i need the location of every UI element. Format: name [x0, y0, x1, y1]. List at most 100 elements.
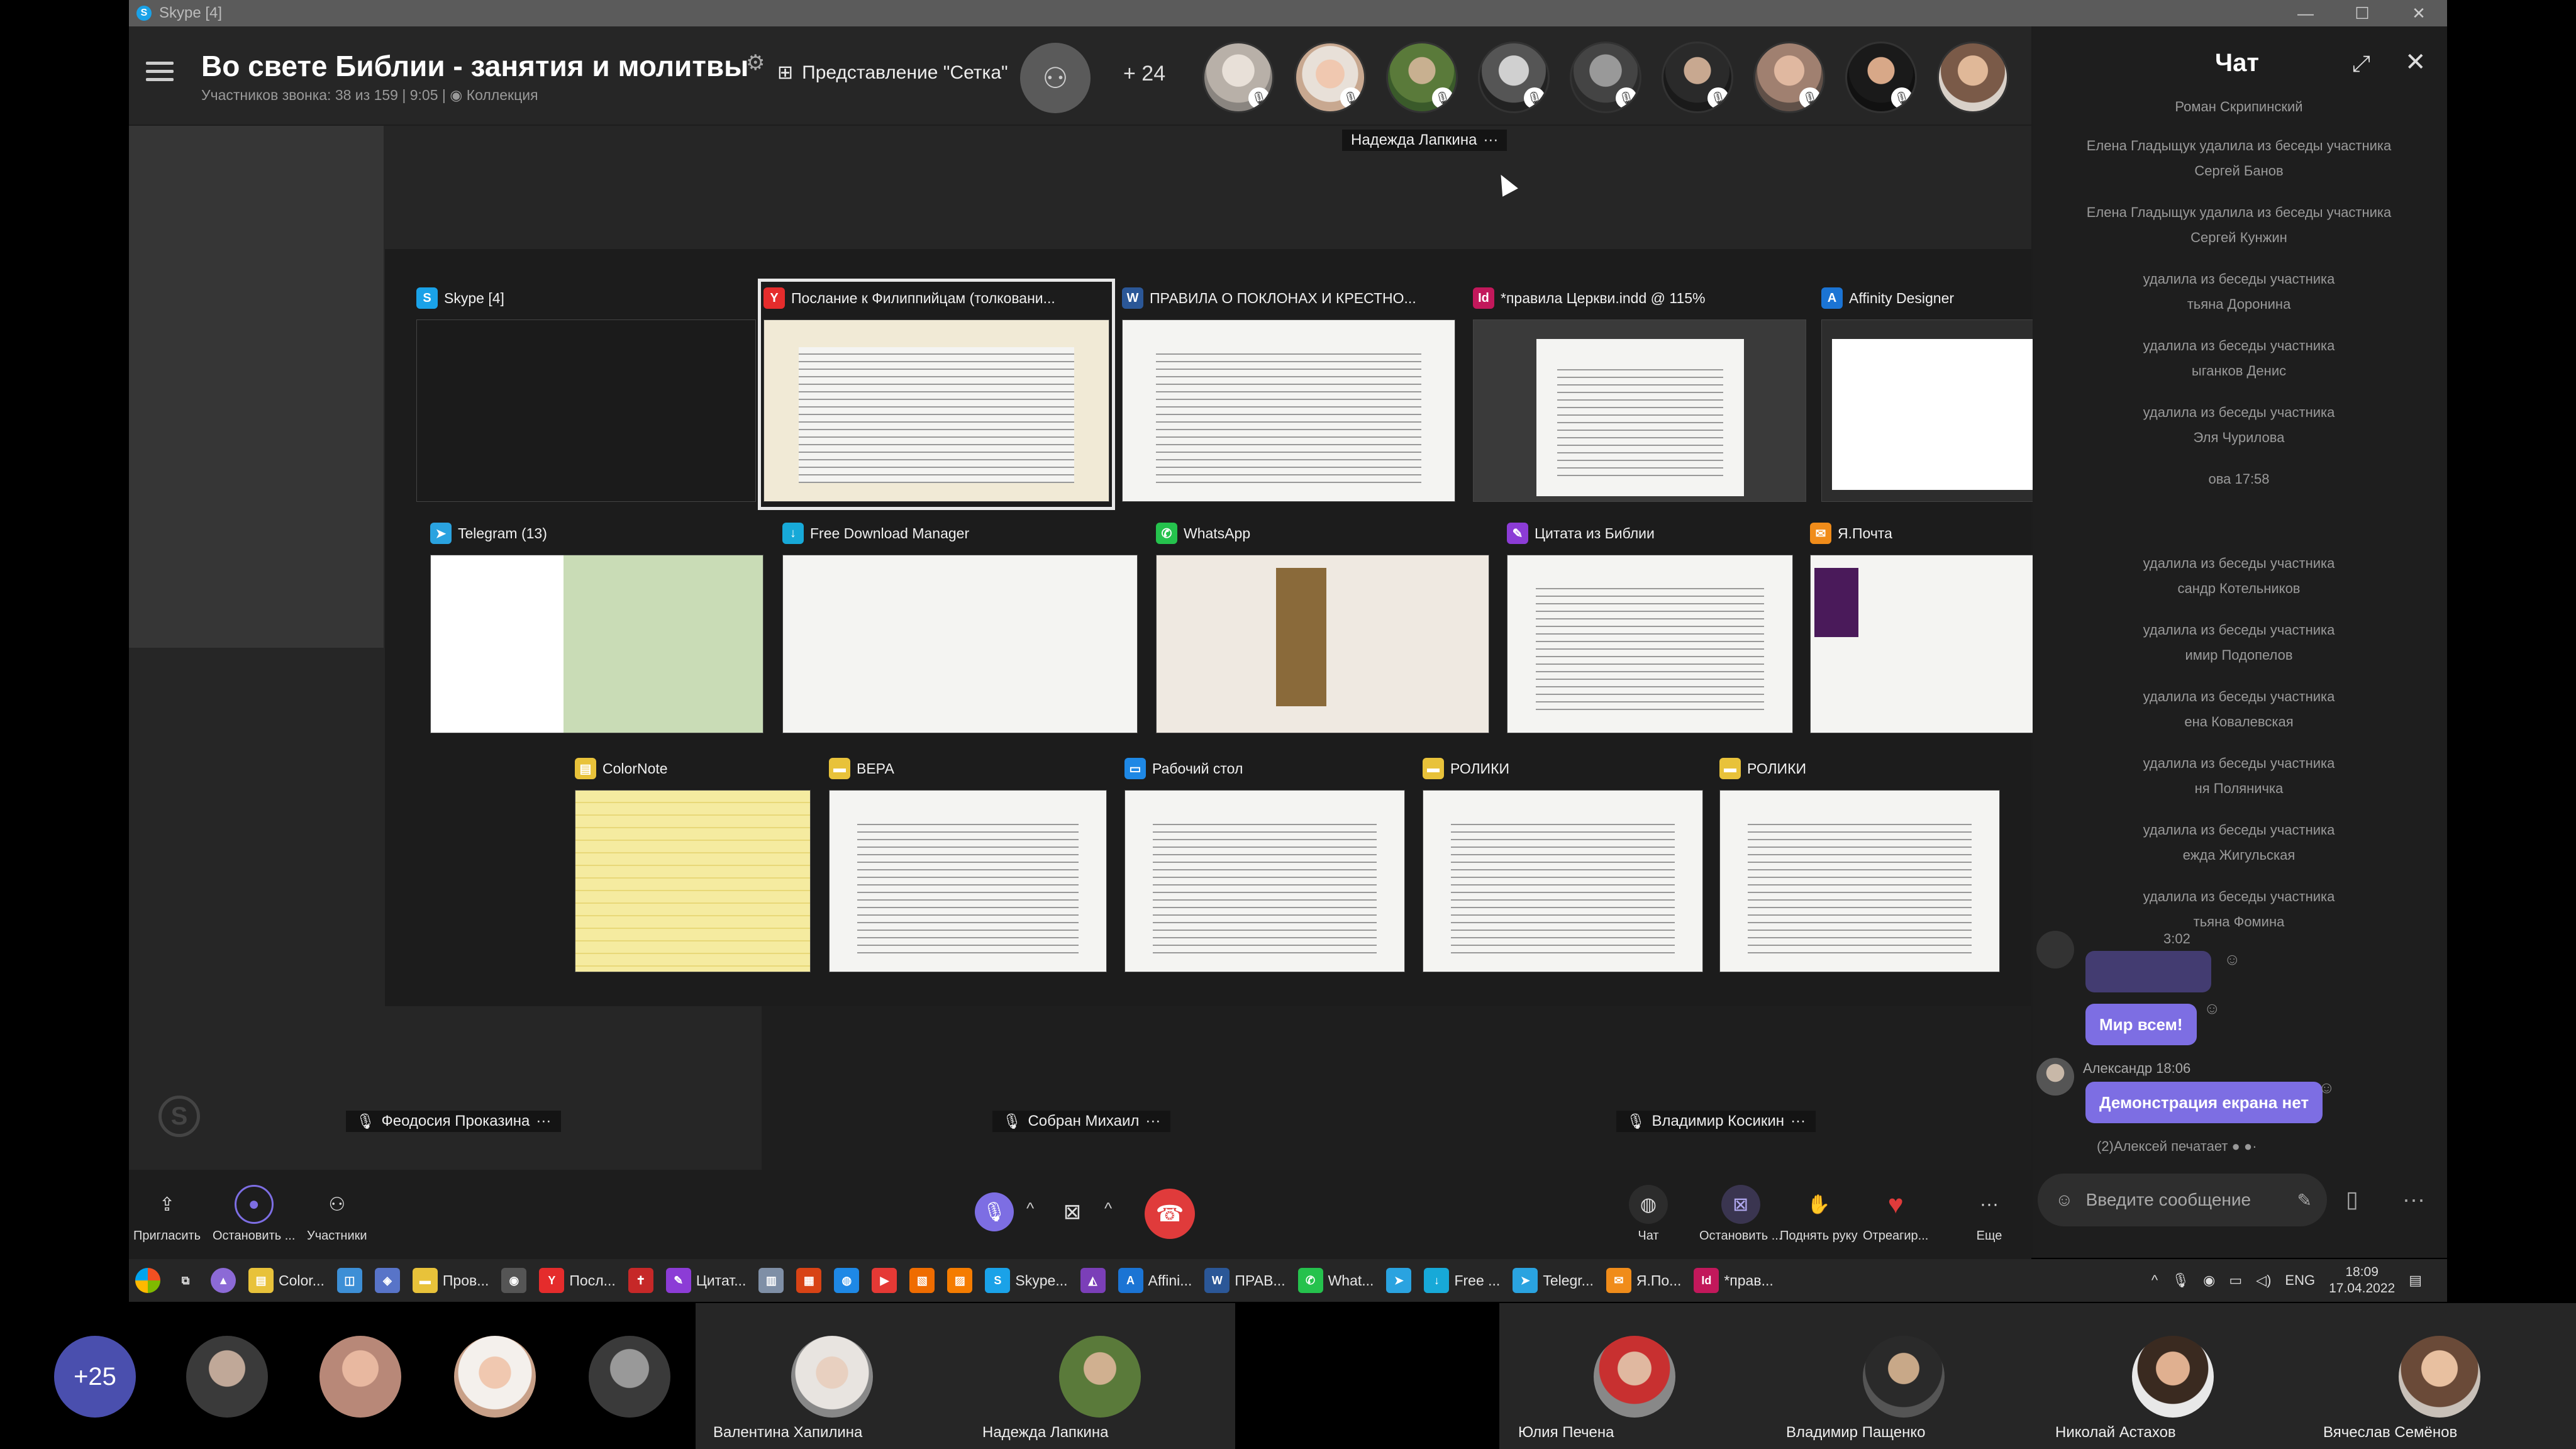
taskbar-app-button[interactable]: ◉ [495, 1259, 533, 1302]
taskbar-app-button[interactable]: ◍ [828, 1259, 865, 1302]
more-options-icon[interactable]: ··· [1790, 1113, 1806, 1130]
participant-avatar[interactable] [319, 1336, 401, 1418]
chevron-up-icon[interactable]: ^ [1026, 1199, 1034, 1218]
emoji-icon[interactable]: ☺ [2055, 1190, 2074, 1210]
task-view-window-tile[interactable]: ▬ РОЛИКИ [1423, 755, 1703, 972]
taskbar-app-button[interactable]: ▨ [941, 1259, 979, 1302]
settings-gear-icon[interactable]: ⚙ [746, 50, 765, 75]
more-options-icon[interactable]: ··· [1145, 1113, 1160, 1130]
task-view-window-tile[interactable]: S Skype [4] [416, 284, 756, 504]
network-icon[interactable]: ◉ [2203, 1272, 2215, 1289]
participant-avatar[interactable] [1594, 1336, 1675, 1418]
participant-avatar[interactable] [186, 1336, 268, 1418]
message-input[interactable]: ☺ Введите сообщение ✎ [2038, 1174, 2327, 1226]
taskbar-app-button[interactable]: ➤ Telegr... [1506, 1259, 1600, 1302]
attach-file-icon[interactable]: ▯ [2346, 1186, 2358, 1213]
taskbar-app-button[interactable]: W ПРАВ... [1198, 1259, 1291, 1302]
message-bubble[interactable]: Мир всем! [2085, 1004, 2197, 1045]
participant-avatar[interactable] [1863, 1336, 1945, 1418]
more-button[interactable]: ··· Еще [1970, 1185, 2009, 1243]
microphone-button[interactable]: 🎙 [975, 1192, 1014, 1231]
message-bubble[interactable]: Демонстрация екрана нет [2085, 1082, 2323, 1123]
hang-up-button[interactable]: ☎ [1145, 1189, 1195, 1239]
chat-button[interactable]: ◍ Чат [1629, 1185, 1668, 1243]
more-participants-button[interactable]: +25 [54, 1336, 136, 1418]
collection-link[interactable]: Коллекция [467, 87, 538, 103]
taskbar-app-button[interactable]: Y Посл... [533, 1259, 621, 1302]
taskbar-app-button[interactable]: ▬ Пров... [406, 1259, 496, 1302]
taskbar-app-button[interactable]: ▥ [752, 1259, 790, 1302]
task-view-button[interactable]: ⧉ [167, 1259, 204, 1302]
close-window-button[interactable]: ✕ [2390, 0, 2447, 26]
stop-recording-button[interactable]: ● Остановить ... [213, 1185, 295, 1243]
task-view-window-tile[interactable]: ➤ Telegram (13) [430, 519, 763, 733]
participant-avatar[interactable] [1059, 1336, 1141, 1418]
participant-avatar[interactable]: 🎙 [1478, 42, 1550, 113]
extra-participants-count[interactable]: + 24 [1123, 62, 1165, 86]
volume-icon[interactable]: ◁) [2256, 1272, 2271, 1289]
task-view-window-tile[interactable]: ▤ ColorNote [575, 755, 811, 972]
add-participant-button[interactable]: ⚇ [1020, 43, 1091, 113]
task-view-window-tile[interactable]: ▬ РОЛИКИ [1719, 755, 2000, 972]
participant-avatar[interactable]: 🎙 [1202, 42, 1274, 113]
task-view-window-tile[interactable]: ↓ Free Download Manager [782, 519, 1138, 733]
raise-hand-button[interactable]: ✋ Поднять руку [1780, 1185, 1858, 1243]
react-button[interactable]: ♥ Отреагир... [1863, 1185, 1928, 1243]
task-view-window-tile[interactable]: ✆ WhatsApp [1156, 519, 1489, 733]
participant-avatar[interactable]: 🎙 [1753, 42, 1825, 113]
participant-avatar[interactable]: 🎙 [1845, 42, 1917, 113]
invite-button[interactable]: ⇪ Пригласить [133, 1185, 201, 1243]
reaction-icon[interactable]: ☺ [2318, 1078, 2335, 1097]
taskbar-app-button[interactable]: ▧ [903, 1259, 941, 1302]
participant-avatar[interactable] [2132, 1336, 2214, 1418]
more-options-icon[interactable]: ··· [536, 1113, 551, 1130]
task-view-window-tile[interactable]: Y Послание к Филиппийцам (толковани... [758, 279, 1115, 510]
language-indicator[interactable]: ENG [2285, 1272, 2315, 1289]
task-view-window-tile[interactable]: ▬ ВЕРА [829, 755, 1107, 972]
chevron-up-icon[interactable]: ^ [2151, 1272, 2158, 1289]
taskbar-app-button[interactable]: ➤ [1380, 1259, 1418, 1302]
monitor-icon[interactable]: ▭ [2229, 1272, 2242, 1289]
task-view-window-tile[interactable]: Id *правила Церкви.indd @ 115% [1473, 284, 1806, 504]
taskbar-app-button[interactable]: ▶ [865, 1259, 903, 1302]
grid-view-button[interactable]: ⊞ Представление "Сетка" [777, 62, 1008, 84]
close-icon[interactable]: ✕ [2405, 48, 2426, 77]
camera-off-button[interactable]: ⊠ [1053, 1192, 1092, 1231]
taskbar-app[interactable]: ▲ [204, 1259, 242, 1302]
maximize-button[interactable]: ☐ [2334, 0, 2390, 26]
taskbar-app-button[interactable]: A Affini... [1112, 1259, 1199, 1302]
participants-button[interactable]: ⚇ Участники [307, 1185, 367, 1243]
clock[interactable]: 18:09 17.04.2022 [2329, 1264, 2395, 1297]
reaction-icon[interactable]: ☺ [2224, 950, 2241, 969]
reaction-icon[interactable]: ☺ [2204, 999, 2221, 1018]
task-view-window-tile[interactable]: ▭ Рабочий стол [1124, 755, 1405, 972]
taskbar-app-button[interactable]: ◈ [369, 1259, 406, 1302]
taskbar-app-button[interactable]: ✝ [622, 1259, 660, 1302]
more-options-icon[interactable]: ··· [1483, 131, 1498, 149]
start-button[interactable] [129, 1259, 167, 1302]
minimize-button[interactable]: — [2277, 0, 2334, 26]
taskbar-app-button[interactable]: S Skype... [979, 1259, 1074, 1302]
taskbar-app-button[interactable]: ✎ Цитат... [660, 1259, 753, 1302]
participant-avatar[interactable]: 🎙 [1662, 42, 1733, 113]
participant-avatar[interactable]: 🎙 [1570, 42, 1641, 113]
task-view-window-tile[interactable]: W ПРАВИЛА О ПОКЛОНАХ И КРЕСТНО... [1122, 284, 1455, 504]
taskbar-app-button[interactable]: ◭ [1074, 1259, 1112, 1302]
participant-avatar[interactable] [1937, 42, 2009, 113]
chevron-up-icon[interactable]: ^ [1104, 1199, 1112, 1218]
taskbar-app-button[interactable]: ✆ What... [1292, 1259, 1380, 1302]
taskbar-app-button[interactable]: ▦ [790, 1259, 828, 1302]
participant-avatar[interactable] [791, 1336, 873, 1418]
microphone-icon[interactable]: 🎙 [2172, 1272, 2189, 1289]
taskbar-app-button[interactable]: ◫ [331, 1259, 369, 1302]
taskbar-app-button[interactable]: ▤ Color... [242, 1259, 331, 1302]
paperclip-icon[interactable]: ✎ [2297, 1190, 2312, 1211]
participant-avatar[interactable]: 🎙 [1294, 42, 1366, 113]
taskbar-app-button[interactable]: ↓ Free ... [1418, 1259, 1506, 1302]
taskbar-app-button[interactable]: Id *прав... [1687, 1259, 1779, 1302]
participant-avatar[interactable] [589, 1336, 670, 1418]
taskbar-app-button[interactable]: ✉ Я.По... [1600, 1259, 1688, 1302]
expand-icon[interactable]: ⤢ [2352, 50, 2370, 77]
notifications-icon[interactable]: ▤ [2409, 1272, 2422, 1289]
task-view-window-tile[interactable]: ✎ Цитата из Библии [1507, 519, 1793, 733]
